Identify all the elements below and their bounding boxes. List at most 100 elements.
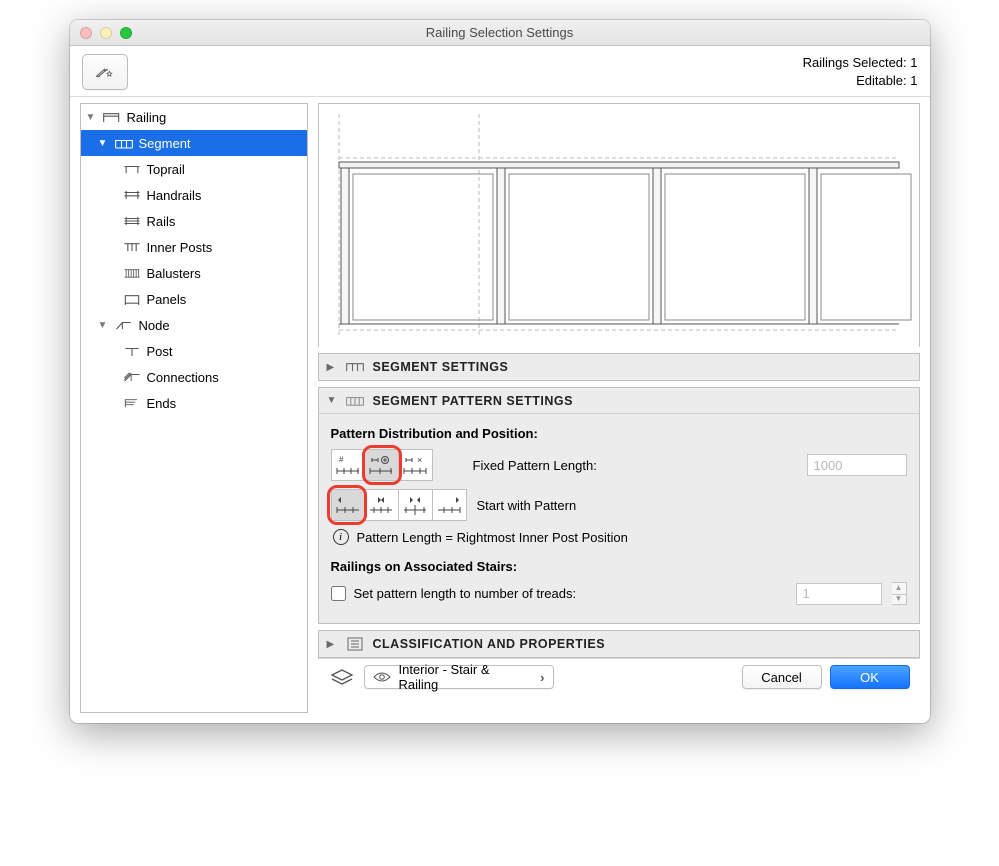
toprail-icon	[121, 161, 143, 177]
svg-text:#: #	[339, 455, 344, 464]
step-up-icon[interactable]: ▲	[892, 583, 906, 594]
rails-icon	[121, 213, 143, 229]
tree-label: Balusters	[147, 266, 307, 281]
segment-icon	[345, 359, 365, 375]
panel-title: CLASSIFICATION AND PROPERTIES	[373, 637, 606, 651]
eye-icon	[373, 671, 391, 683]
node-icon	[113, 317, 135, 333]
favorites-button[interactable]	[82, 54, 128, 90]
tree-label: Post	[147, 344, 307, 359]
set-pattern-to-treads-label: Set pattern length to number of treads:	[354, 586, 577, 601]
fixed-pattern-length-label: Fixed Pattern Length:	[473, 458, 597, 473]
railings-selected-label: Railings Selected: 1	[803, 54, 918, 72]
window-title: Railing Selection Settings	[70, 25, 930, 40]
footer-bar: Interior - Stair & Railing › Cancel OK	[318, 658, 920, 695]
tree-label: Segment	[139, 136, 307, 151]
panel-header-segment-settings[interactable]: ▶ SEGMENT SETTINGS	[319, 354, 919, 380]
window-controls	[70, 27, 132, 39]
tree-item-handrails[interactable]: Handrails	[81, 182, 307, 208]
railing-preview-graphic	[319, 104, 919, 348]
info-icon: i	[333, 529, 349, 545]
pattern-preview[interactable]: + −	[318, 103, 920, 347]
pattern-align-start-button[interactable]	[331, 489, 365, 521]
tree-item-ends[interactable]: Ends	[81, 390, 307, 416]
tree-item-inner-posts[interactable]: Inner Posts	[81, 234, 307, 260]
pattern-mode-fixed-button[interactable]	[365, 449, 399, 481]
disclosure-arrow-icon[interactable]: ▼	[97, 320, 109, 331]
tree-item-balusters[interactable]: Balusters	[81, 260, 307, 286]
tree-label: Handrails	[147, 188, 307, 203]
tree-item-panels[interactable]: Panels	[81, 286, 307, 312]
panel-classification: ▶ CLASSIFICATION AND PROPERTIES	[318, 630, 920, 658]
cancel-button[interactable]: Cancel	[742, 665, 822, 689]
settings-dialog: Railing Selection Settings Railings Sele…	[70, 20, 930, 723]
tree-label: Inner Posts	[147, 240, 307, 255]
pattern-align-end-button[interactable]	[433, 489, 467, 521]
fixed-pattern-length-input[interactable]	[807, 454, 907, 476]
balusters-icon	[121, 265, 143, 281]
railings-on-stairs-heading: Railings on Associated Stairs:	[331, 559, 907, 574]
pattern-info-row: i Pattern Length = Rightmost Inner Post …	[333, 529, 907, 545]
pattern-alignment-group	[331, 489, 467, 521]
tree-label: Ends	[147, 396, 307, 411]
toolbar: Railings Selected: 1 Editable: 1	[70, 46, 930, 97]
tree-item-rails[interactable]: Rails	[81, 208, 307, 234]
tree-label: Connections	[147, 370, 307, 385]
pattern-mode-best-button[interactable]: ×	[399, 449, 433, 481]
panel-header-segment-pattern-settings[interactable]: ▼ SEGMENT PATTERN SETTINGS	[319, 388, 919, 414]
layer-icon	[328, 666, 356, 688]
pattern-mode-divide-button[interactable]: #	[331, 449, 365, 481]
railing-icon	[101, 109, 123, 125]
panels-icon	[121, 291, 143, 307]
treads-count-input[interactable]	[796, 583, 882, 605]
layer-dropdown[interactable]: Interior - Stair & Railing ›	[364, 665, 554, 689]
pattern-distribution-heading: Pattern Distribution and Position:	[331, 426, 907, 441]
treads-stepper[interactable]: ▲▼	[892, 582, 907, 605]
step-down-icon[interactable]: ▼	[892, 594, 906, 605]
railing-favorite-icon	[95, 64, 115, 80]
tree-label: Node	[139, 318, 307, 333]
panel-segment-pattern-settings: ▼ SEGMENT PATTERN SETTINGS Pattern Distr…	[318, 387, 920, 624]
disclosure-arrow-icon: ▼	[327, 395, 337, 406]
classification-icon	[345, 636, 365, 652]
pattern-info-text: Pattern Length = Rightmost Inner Post Po…	[357, 530, 628, 545]
tree-item-post[interactable]: Post	[81, 338, 307, 364]
ok-button[interactable]: OK	[830, 665, 910, 689]
post-icon	[121, 343, 143, 359]
tree-item-node[interactable]: ▼ Node	[81, 312, 307, 338]
tree-label: Toprail	[147, 162, 307, 177]
panel-title: SEGMENT SETTINGS	[373, 360, 509, 374]
pattern-align-center-button[interactable]	[365, 489, 399, 521]
panel-header-classification[interactable]: ▶ CLASSIFICATION AND PROPERTIES	[319, 631, 919, 657]
component-tree[interactable]: ▼ Railing ▼ Segment Toprail	[80, 103, 308, 713]
minimize-window-button[interactable]	[100, 27, 112, 39]
pattern-length-mode-group: # ×	[331, 449, 433, 481]
handrails-icon	[121, 187, 143, 203]
panel-segment-settings: ▶ SEGMENT SETTINGS	[318, 353, 920, 381]
tree-item-segment[interactable]: ▼ Segment	[81, 130, 307, 156]
inner-posts-icon	[121, 239, 143, 255]
zoom-window-button[interactable]	[120, 27, 132, 39]
svg-text:×: ×	[417, 455, 422, 465]
disclosure-arrow-icon[interactable]: ▼	[97, 138, 109, 149]
panel-title: SEGMENT PATTERN SETTINGS	[373, 394, 573, 408]
tree-label: Rails	[147, 214, 307, 229]
selection-status: Railings Selected: 1 Editable: 1	[803, 54, 918, 89]
tree-label: Panels	[147, 292, 307, 307]
tree-item-toprail[interactable]: Toprail	[81, 156, 307, 182]
ends-icon	[121, 395, 143, 411]
titlebar[interactable]: Railing Selection Settings	[70, 20, 930, 46]
start-with-pattern-label: Start with Pattern	[477, 498, 577, 513]
close-window-button[interactable]	[80, 27, 92, 39]
tree-item-railing[interactable]: ▼ Railing	[81, 104, 307, 130]
disclosure-arrow-icon: ▶	[327, 639, 337, 650]
pattern-align-segment-center-button[interactable]	[399, 489, 433, 521]
disclosure-arrow-icon[interactable]: ▼	[85, 112, 97, 123]
set-pattern-to-treads-checkbox[interactable]	[331, 586, 346, 601]
connections-icon	[121, 369, 143, 385]
layer-name: Interior - Stair & Railing	[399, 662, 533, 692]
railings-editable-label: Editable: 1	[803, 72, 918, 90]
tree-item-connections[interactable]: Connections	[81, 364, 307, 390]
disclosure-arrow-icon: ▶	[327, 362, 337, 373]
chevron-right-icon: ›	[540, 670, 544, 685]
